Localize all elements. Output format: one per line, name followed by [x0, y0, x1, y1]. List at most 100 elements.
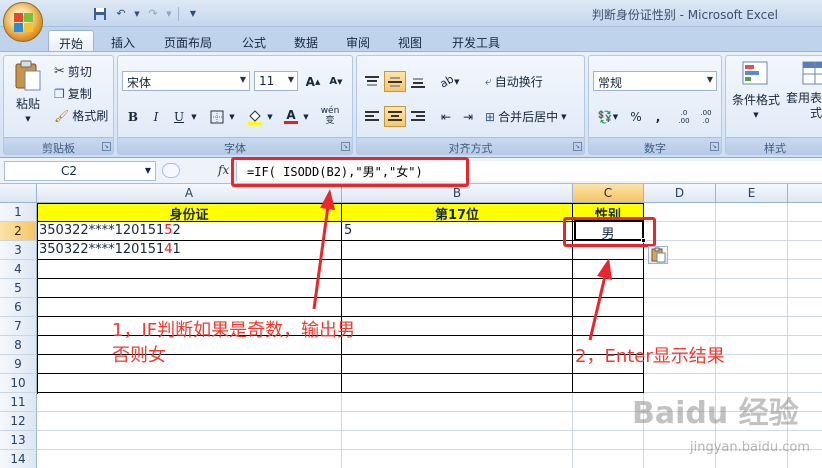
cell-b3[interactable]	[342, 241, 573, 260]
cell-a4[interactable]	[37, 260, 342, 279]
cell-f2[interactable]	[788, 222, 822, 241]
cell-d5[interactable]	[644, 279, 716, 298]
align-bottom-button[interactable]	[407, 71, 429, 92]
tab-insert[interactable]: 插入	[101, 30, 145, 52]
grow-font-button[interactable]: A ▲	[302, 71, 324, 92]
column-header-c[interactable]: C	[573, 184, 644, 203]
comma-button[interactable]: ,	[647, 106, 669, 127]
cell-b14[interactable]	[342, 450, 573, 468]
number-launcher-icon[interactable]: ↘	[710, 142, 719, 151]
bold-button[interactable]: B	[122, 106, 144, 127]
cell-e8[interactable]	[716, 336, 788, 355]
cell-a2[interactable]: 350322****12015152	[37, 222, 342, 241]
cell-b13[interactable]	[342, 431, 573, 450]
insert-function-button[interactable]: fx	[218, 163, 229, 177]
cell-b4[interactable]	[342, 260, 573, 279]
cell-c5[interactable]	[573, 279, 644, 298]
cell-b8[interactable]	[342, 336, 573, 355]
row-header-2[interactable]: 2	[0, 222, 37, 241]
cell-a14[interactable]	[37, 450, 342, 468]
cell-c7[interactable]	[573, 317, 644, 336]
row-header-13[interactable]: 13	[0, 431, 37, 450]
undo-icon[interactable]: ↶	[112, 5, 130, 23]
copy-button[interactable]: ❐ 复制	[54, 85, 92, 102]
cell-b6[interactable]	[342, 298, 573, 317]
cut-button[interactable]: ✂ 剪切	[54, 63, 92, 80]
tab-data[interactable]: 数据	[284, 30, 328, 52]
column-header-d[interactable]: D	[644, 184, 716, 203]
cell-d6[interactable]	[644, 298, 716, 317]
cell-f3[interactable]	[788, 241, 822, 260]
formula-expand-handle-icon[interactable]	[162, 163, 180, 178]
alignment-launcher-icon[interactable]: ↘	[573, 142, 582, 151]
column-header-e[interactable]: E	[716, 184, 788, 203]
row-header-1[interactable]: 1	[0, 203, 37, 222]
tab-formulas[interactable]: 公式	[232, 30, 276, 52]
cell-a6[interactable]	[37, 298, 342, 317]
row-header-10[interactable]: 10	[0, 374, 37, 393]
row-header-9[interactable]: 9	[0, 355, 37, 374]
row-header-11[interactable]: 11	[0, 393, 37, 412]
cell-c6[interactable]	[573, 298, 644, 317]
tab-review[interactable]: 审阅	[336, 30, 380, 52]
redo-icon[interactable]: ↷	[144, 5, 162, 23]
row-header-7[interactable]: 7	[0, 317, 37, 336]
row-header-14[interactable]: 14	[0, 450, 37, 468]
align-center-button[interactable]	[384, 106, 406, 127]
cell-e6[interactable]	[716, 298, 788, 317]
row-header-8[interactable]: 8	[0, 336, 37, 355]
fill-color-button[interactable]	[244, 106, 266, 127]
cell-b2[interactable]: 5	[342, 222, 573, 241]
clipboard-launcher-icon[interactable]: ↘	[102, 142, 111, 151]
cell-b5[interactable]	[342, 279, 573, 298]
cell-f4[interactable]	[788, 260, 822, 279]
fill-handle[interactable]	[641, 238, 646, 243]
align-top-button[interactable]	[361, 71, 383, 92]
column-header-f[interactable]	[788, 184, 822, 203]
row-header-5[interactable]: 5	[0, 279, 37, 298]
borders-dropdown-icon[interactable]: ▼	[226, 106, 238, 127]
cell-e7[interactable]	[716, 317, 788, 336]
cell-a12[interactable]	[37, 412, 342, 431]
cell-e3[interactable]	[716, 241, 788, 260]
font-size-combo[interactable]: 11 ▼	[254, 71, 298, 91]
tab-home[interactable]: 开始	[48, 30, 95, 52]
cell-a13[interactable]	[37, 431, 342, 450]
cell-d7[interactable]	[644, 317, 716, 336]
cell-a1[interactable]: 身份证	[37, 203, 342, 222]
cell-b1[interactable]: 第17位	[342, 203, 573, 222]
row-header-3[interactable]: 3	[0, 241, 37, 260]
cell-f5[interactable]	[788, 279, 822, 298]
font-color-button[interactable]: A	[280, 106, 302, 127]
merge-center-button[interactable]: ⊞ 合并后居中 ▼	[485, 108, 566, 125]
format-painter-button[interactable]: 🖌 格式刷	[54, 107, 108, 124]
cell-e2[interactable]	[716, 222, 788, 241]
borders-button[interactable]	[206, 106, 228, 127]
cell-b11[interactable]	[342, 393, 573, 412]
cell-f9[interactable]	[788, 355, 822, 374]
tab-developer[interactable]: 开发工具	[442, 30, 510, 52]
redo-dropdown-icon[interactable]: ▼	[165, 5, 173, 23]
cell-b7[interactable]	[342, 317, 573, 336]
increase-indent-button[interactable]: ⇥	[457, 106, 479, 127]
percent-button[interactable]: %	[625, 106, 647, 127]
number-format-combo[interactable]: 常规 ▼	[593, 71, 717, 91]
conditional-formatting-button[interactable]: 条件格式 ▼	[730, 60, 782, 119]
undo-dropdown-icon[interactable]: ▼	[133, 5, 141, 23]
tab-view[interactable]: 视图	[388, 30, 432, 52]
fill-color-dropdown-icon[interactable]: ▼	[264, 106, 276, 127]
cell-c13[interactable]	[573, 431, 644, 450]
cell-a3[interactable]: 350322****12015141	[37, 241, 342, 260]
cell-a11[interactable]	[37, 393, 342, 412]
tab-page-layout[interactable]: 页面布局	[154, 30, 222, 52]
phonetic-button[interactable]: wén 变	[316, 104, 344, 128]
decrease-indent-button[interactable]: ⇤	[435, 106, 457, 127]
cell-f6[interactable]	[788, 298, 822, 317]
underline-dropdown-icon[interactable]: ▼	[188, 106, 200, 127]
align-right-button[interactable]	[407, 106, 429, 127]
name-box[interactable]: C2 ▼	[4, 161, 156, 181]
shrink-font-button[interactable]: A ▼	[325, 71, 347, 92]
align-middle-button[interactable]	[384, 71, 406, 92]
font-name-combo[interactable]: 宋体 ▼	[122, 71, 250, 91]
align-left-button[interactable]	[361, 106, 383, 127]
